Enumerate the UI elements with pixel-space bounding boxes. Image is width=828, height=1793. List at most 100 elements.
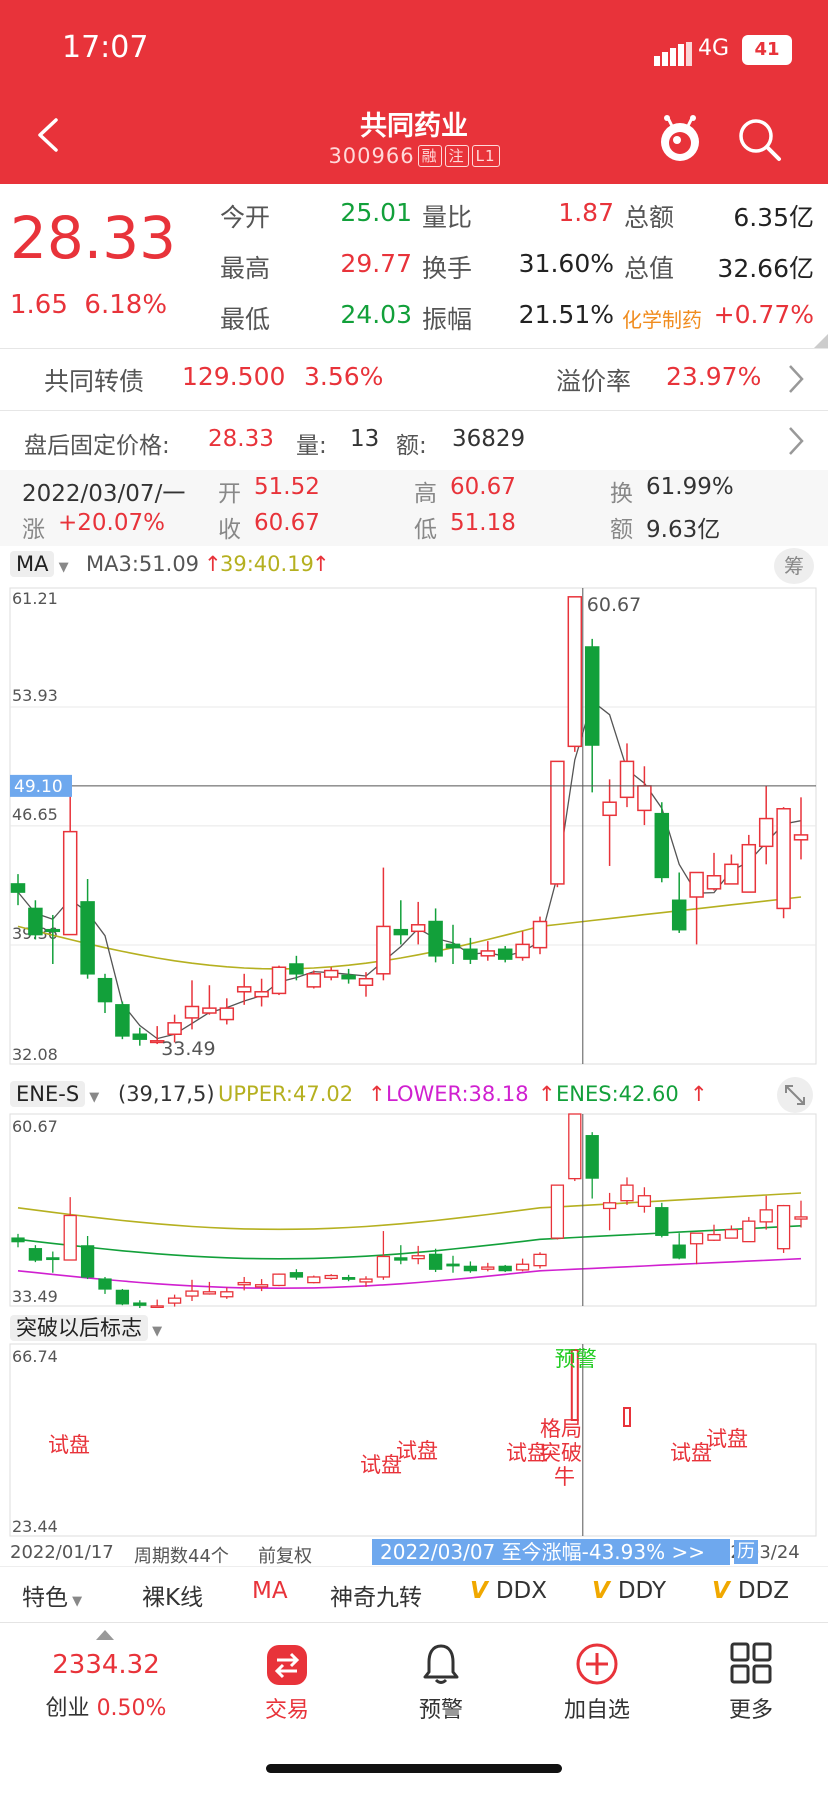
candle-body	[532, 920, 548, 949]
candle-body	[585, 1135, 599, 1179]
ma-selector-label: MA	[10, 551, 55, 577]
candle-body	[568, 1113, 582, 1180]
candle-body	[689, 1232, 704, 1245]
add-circle-icon[interactable]	[575, 1642, 619, 1686]
day-open: 51.52	[254, 474, 320, 500]
grid-more-icon[interactable]	[730, 1642, 772, 1684]
candle-body	[376, 1255, 391, 1278]
tab-ddx[interactable]: V DDX	[470, 1578, 547, 1604]
ma-selector[interactable]: MA ▼	[10, 551, 69, 577]
candle-body	[202, 1291, 217, 1295]
day-turn: 61.99%	[646, 474, 734, 500]
calendar-button[interactable]: 历	[734, 1540, 758, 1564]
vip-icon: V	[712, 1578, 730, 1604]
ene-selector[interactable]: ENE-S ▼	[10, 1081, 99, 1107]
candle-body	[567, 596, 583, 748]
candle-body	[654, 812, 670, 879]
ma3-up-arrow-icon: ↑	[204, 552, 222, 576]
tab-ddz[interactable]: V DDZ	[712, 1578, 789, 1604]
low-annotation: 33.49	[161, 1038, 215, 1060]
day-date: 2022/03/07/一	[22, 481, 186, 507]
tab-ma[interactable]: MA	[252, 1578, 288, 1604]
status-time: 17:07	[62, 30, 149, 65]
candle-body	[80, 901, 95, 975]
candle-body	[376, 925, 391, 975]
day-amt-label: 额	[610, 517, 633, 543]
afterhours-vol-label: 量:	[296, 433, 327, 459]
candle-body	[515, 943, 530, 959]
caret-up-icon[interactable]	[96, 1630, 114, 1640]
ma39-up-arrow-icon: ↑	[312, 552, 330, 576]
tab-feature[interactable]: 特色 ▼	[22, 1578, 82, 1612]
mktcap-value: 32.66亿	[717, 254, 814, 283]
signal-selector[interactable]: 突破以后标志 ▼	[10, 1312, 162, 1342]
nav-more[interactable]: 更多	[691, 1692, 811, 1724]
ma39-value: 39:40.19	[220, 552, 314, 576]
nav-trade[interactable]: 交易	[227, 1692, 347, 1724]
candle-body	[63, 1214, 77, 1261]
candle-body	[794, 1216, 808, 1220]
day-high: 60.67	[450, 474, 516, 500]
candle-body	[411, 1255, 425, 1260]
index-value[interactable]: 2334.32	[36, 1650, 176, 1680]
candle-body	[341, 974, 356, 980]
signal-label-pattern: 格局	[540, 1417, 582, 1441]
vol-ratio-label: 量比	[422, 203, 473, 232]
candle-body	[481, 1266, 495, 1270]
nav-alert[interactable]: 预警	[381, 1692, 501, 1724]
candle-body	[480, 950, 496, 957]
ene-selector-label: ENE-S	[10, 1081, 86, 1107]
bell-icon[interactable]	[420, 1642, 462, 1686]
search-icon[interactable]	[738, 118, 782, 162]
index-change[interactable]: 创业 0.50%	[36, 1690, 176, 1722]
candle-body	[307, 1276, 321, 1284]
ene-indicator-chart[interactable]: 60.67 33.49	[0, 1112, 828, 1308]
change-value: 1.65	[10, 290, 68, 320]
tab-magic-nine[interactable]: 神奇九转	[330, 1578, 422, 1612]
y-axis-tick-label: 60.67	[12, 1117, 58, 1136]
breakout-signal-chart[interactable]: 66.7423.44预警试盘试盘试盘 试盘 试盘试盘格局突破牛	[0, 1342, 828, 1538]
tab-naked-k[interactable]: 裸K线	[142, 1578, 203, 1612]
afterhours-price: 28.33	[208, 426, 274, 452]
day-close-label: 收	[218, 517, 241, 543]
afterhours-amt: 36829	[452, 426, 526, 452]
candle-body	[706, 875, 722, 890]
change-percent: 6.18%	[84, 290, 168, 320]
expand-icon[interactable]	[776, 1076, 814, 1114]
y-axis-tick-label: 46.65	[12, 805, 58, 824]
candlestick-chart[interactable]: 61.2153.9346.6539.3632.0849.1060.6733.49	[0, 586, 828, 1074]
amount-value: 6.35亿	[733, 203, 814, 232]
candle-body	[306, 973, 322, 988]
nav-add-watchlist[interactable]: 加自选	[537, 1692, 657, 1724]
trade-icon[interactable]	[266, 1644, 308, 1686]
high-value: 29.77	[340, 249, 412, 278]
upper-up-arrow-icon: ↑	[368, 1082, 386, 1106]
turnover-value: 31.60%	[518, 249, 614, 278]
robot-assistant-icon[interactable]	[656, 114, 704, 164]
candle-body	[672, 1244, 686, 1259]
afterhours-label: 盘后固定价格:	[24, 433, 170, 459]
candle-body	[759, 1209, 773, 1223]
candle-body	[115, 1289, 130, 1305]
day-amt: 9.63亿	[646, 517, 721, 543]
candle-body	[323, 969, 339, 978]
candle-body	[724, 863, 739, 885]
day-high-label: 高	[414, 481, 437, 507]
candle-body	[428, 920, 443, 957]
chip-distribution-button[interactable]: 筹	[774, 548, 814, 584]
low-value: 24.03	[340, 300, 412, 329]
sector-name[interactable]: 化学制药	[622, 304, 702, 333]
tab-ddy[interactable]: V DDY	[592, 1578, 666, 1604]
day-turn-label: 换	[610, 481, 633, 507]
upper-band-line	[17, 1192, 802, 1231]
y-axis-tick-label: 32.08	[12, 1045, 58, 1064]
chevron-right-icon[interactable]	[788, 426, 804, 456]
chevron-right-icon[interactable]	[788, 364, 804, 394]
candle-body	[28, 907, 43, 936]
candle-body	[28, 1248, 43, 1261]
candle-body	[463, 1265, 478, 1272]
gain-since-banner[interactable]: 2022/03/07 至今涨幅-43.93% >>	[372, 1539, 730, 1565]
adjust-mode[interactable]: 前复权	[258, 1542, 312, 1568]
amplitude-label: 振幅	[422, 305, 473, 334]
candle-body	[272, 1273, 286, 1287]
